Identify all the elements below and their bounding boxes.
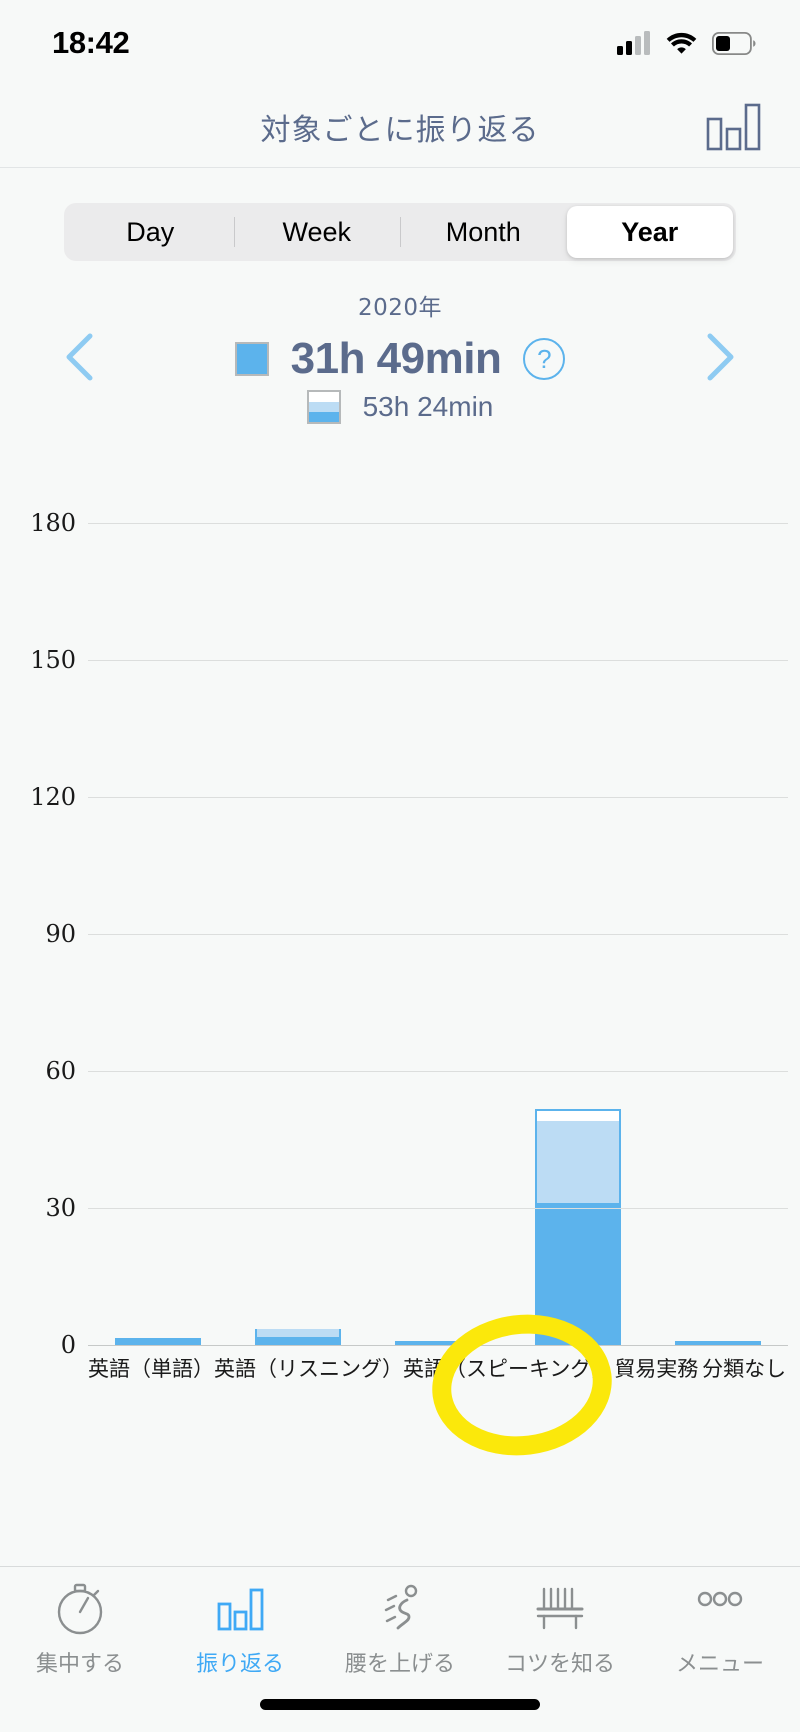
summary-panel: 2020年 31h 49min ? 53h 24min — [0, 288, 800, 433]
bar-segment-solid — [115, 1338, 201, 1345]
tab-label-standup: 腰を上げる — [344, 1652, 455, 1677]
question-mark-circle-icon[interactable]: ? — [523, 338, 566, 380]
x-axis-label: 貿易実務 — [614, 1357, 699, 1381]
segment-week[interactable]: Week — [233, 206, 401, 258]
y-axis-tick: 90 — [45, 920, 76, 948]
bar-chart-icon — [213, 1581, 267, 1637]
tab-label-menu: メニュー — [675, 1652, 764, 1677]
gridline — [88, 797, 788, 798]
y-axis-tick: 0 — [60, 1331, 76, 1359]
tab-menu[interactable]: メニュー — [640, 1581, 800, 1678]
secondary-total: 53h 24min — [362, 391, 494, 422]
x-axis-label: 英語（単語） — [88, 1357, 214, 1381]
battery-icon — [712, 31, 756, 55]
bar-chart-icon — [706, 103, 761, 150]
gridline — [88, 934, 788, 935]
bar-segment-solid — [255, 1336, 341, 1345]
stacked-bar[interactable] — [535, 1109, 621, 1345]
stacked-bar[interactable] — [255, 1329, 341, 1345]
tab-review[interactable]: 振り返る — [160, 1581, 320, 1678]
stacked-bar[interactable] — [115, 1338, 201, 1345]
y-axis-tick: 60 — [45, 1057, 76, 1085]
y-axis-tick: 30 — [45, 1194, 76, 1222]
tab-label-focus: 集中する — [35, 1652, 124, 1677]
prev-period-button[interactable] — [52, 330, 106, 384]
gridline — [88, 660, 788, 661]
period-segmented-control[interactable]: Day Week Month Year — [64, 203, 736, 261]
status-icons — [617, 31, 756, 55]
x-axis-label: 英語（リスニング） — [214, 1357, 403, 1381]
y-axis-tick: 180 — [30, 509, 76, 537]
y-axis-tick: 120 — [30, 783, 76, 811]
bench-icon — [533, 1581, 587, 1637]
tab-tips[interactable]: コツを知る — [480, 1581, 640, 1678]
primary-total: 31h 49min — [290, 334, 502, 383]
status-time: 18:42 — [52, 25, 130, 60]
nav-header: 対象ごとに振り返る — [0, 86, 800, 168]
cellular-signal-icon — [617, 31, 650, 55]
legend-stacked-swatch — [306, 390, 341, 424]
chevron-left-icon — [66, 333, 93, 381]
chart-area: 0 30 60 90 120 150 180 英語（単語） 英語（リスニング） 英語（スピーキン… — [0, 460, 800, 1500]
tab-focus[interactable]: 集中する — [0, 1581, 160, 1678]
segment-year[interactable]: Year — [566, 206, 733, 258]
bottom-tab-bar[interactable]: 集中する 振り返る 腰を上げる コツを知る メニュー — [0, 1566, 800, 1732]
bar-segment-light — [255, 1329, 341, 1337]
y-axis-tick: 150 — [30, 646, 76, 674]
bar-segment-light — [535, 1121, 621, 1204]
x-axis-label: 英語（スピーキング） — [403, 1357, 613, 1381]
home-indicator — [260, 1699, 540, 1710]
next-period-button[interactable] — [694, 330, 748, 384]
segment-day[interactable]: Day — [67, 206, 234, 258]
gridline — [88, 1208, 788, 1209]
summary-secondary-row: 53h 24min — [0, 390, 800, 424]
page-title: 対象ごとに振り返る — [260, 112, 540, 148]
summary-primary-row: 31h 49min ? — [0, 334, 800, 384]
legend-solid-swatch — [234, 342, 269, 376]
stopwatch-icon — [53, 1581, 107, 1637]
running-person-icon — [373, 1581, 427, 1637]
x-axis-label: 分類なし — [702, 1357, 787, 1381]
tab-standup[interactable]: 腰を上げる — [320, 1581, 480, 1678]
tab-label-review: 振り返る — [195, 1652, 284, 1677]
gridline — [88, 1071, 788, 1072]
bar-segment-open — [535, 1109, 621, 1122]
header-chart-button[interactable] — [706, 103, 764, 151]
wifi-icon — [666, 32, 697, 54]
period-label: 2020年 — [357, 295, 443, 321]
gridline — [88, 1345, 788, 1346]
ellipsis-icon — [693, 1581, 747, 1637]
bar-segment-solid — [535, 1203, 621, 1345]
segment-month[interactable]: Month — [400, 206, 567, 258]
status-bar: 18:42 — [0, 0, 800, 86]
chevron-right-icon — [707, 333, 734, 381]
tab-label-tips: コツを知る — [504, 1652, 615, 1677]
chart-x-labels: 英語（単語） 英語（リスニング） 英語（スピーキング） 貿易実務 分類なし — [88, 1353, 788, 1383]
chart-plot: 0 30 60 90 120 150 180 — [30, 509, 788, 1359]
gridline — [88, 523, 788, 524]
